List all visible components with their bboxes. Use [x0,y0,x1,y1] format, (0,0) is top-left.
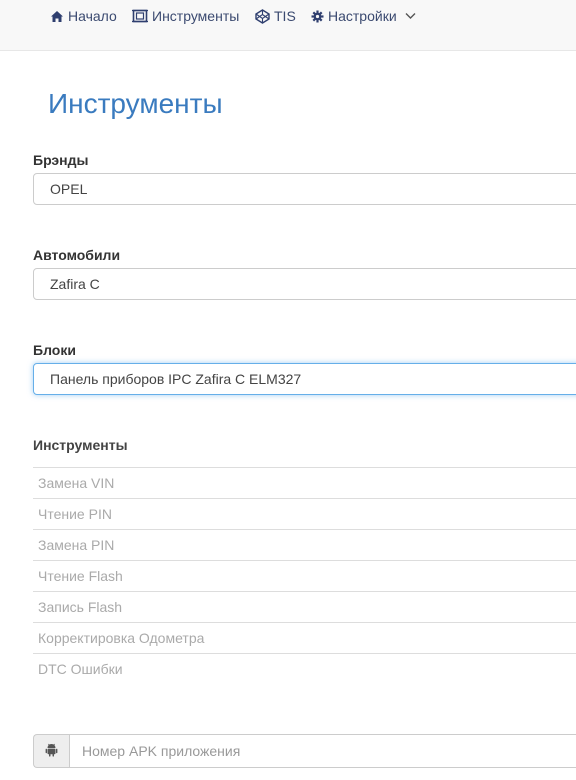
nav-tools-link[interactable]: Инструменты [132,6,239,26]
unit-label: Блоки [33,342,76,358]
nav-home-link[interactable]: Начало [50,6,117,26]
tool-read-flash[interactable]: Чтение Flash [33,560,576,591]
tools-heading: Инструменты [33,437,128,453]
gear-icon [311,10,324,23]
apk-number-input[interactable] [69,734,576,768]
tool-odometer-correction[interactable]: Корректировка Одометра [33,622,576,653]
brand-select[interactable]: OPEL [33,173,576,205]
top-navbar: Начало Инструменты TIS Настройки [0,0,576,51]
nav-home-label: Начало [68,8,117,24]
codepen-icon [255,8,270,24]
nav-tools-label: Инструменты [152,8,240,24]
nav-tis-label: TIS [274,8,296,24]
android-icon [45,743,58,760]
tools-frame-icon [132,9,148,23]
home-icon [50,10,64,23]
tool-change-vin[interactable]: Замена VIN [33,467,576,498]
tools-list: Замена VIN Чтение PIN Замена PIN Чтение … [33,467,576,684]
tool-read-pin[interactable]: Чтение PIN [33,498,576,529]
car-select-value: Zafira C [50,276,100,292]
nav-settings-label: Настройки [328,8,397,24]
car-label: Автомобили [33,247,121,263]
brand-select-value: OPEL [50,181,88,197]
tool-dtc-errors[interactable]: DTC Ошибки [33,653,576,684]
unit-select[interactable]: Панель приборов IPC Zafira C ELM327 [33,363,576,395]
car-select[interactable]: Zafira C [33,268,576,300]
brand-label: Брэнды [33,152,89,168]
tool-change-pin[interactable]: Замена PIN [33,529,576,560]
apk-input-group [33,734,576,768]
tool-write-flash[interactable]: Запись Flash [33,591,576,622]
nav-tis-link[interactable]: TIS [255,6,296,26]
page-title: Инструменты [48,88,223,119]
chevron-down-icon [405,12,416,20]
apk-addon [33,734,69,768]
nav-settings-dropdown[interactable]: Настройки [311,6,416,26]
unit-select-value: Панель приборов IPC Zafira C ELM327 [50,371,302,387]
